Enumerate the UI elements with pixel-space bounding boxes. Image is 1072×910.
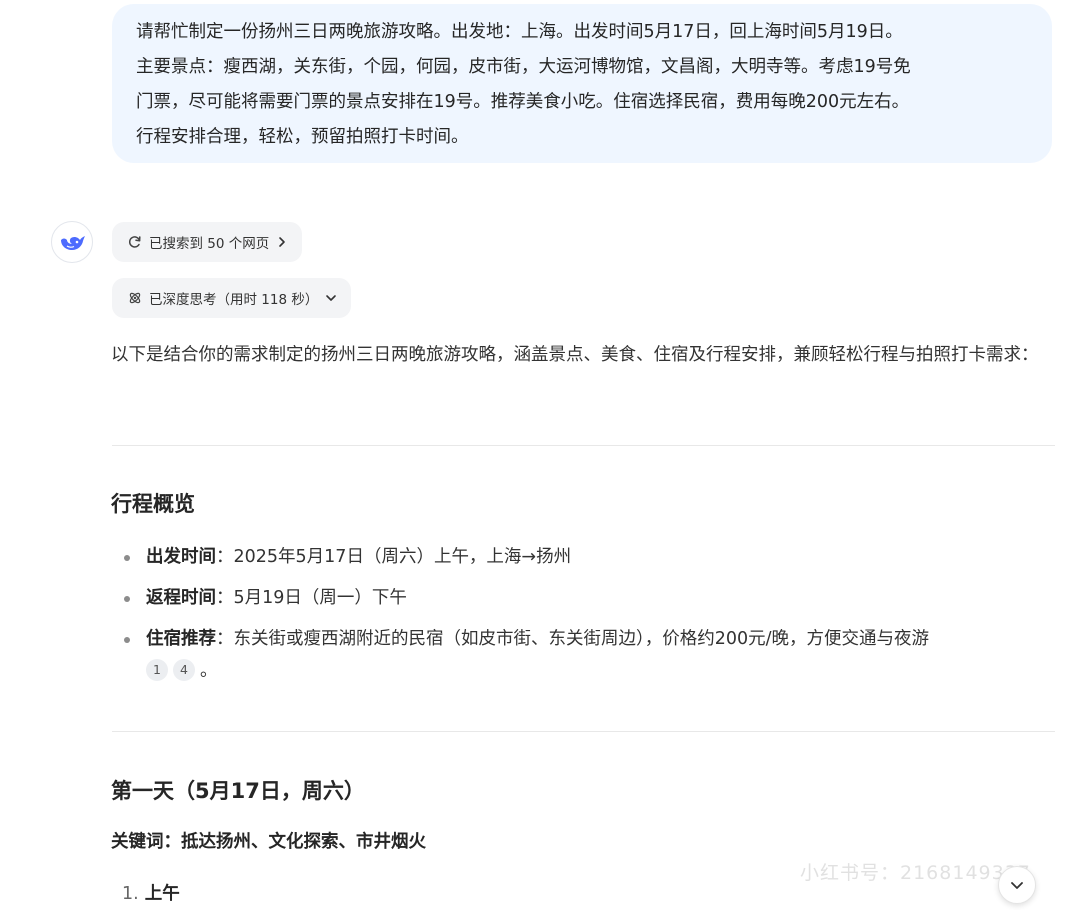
list-item: 返程时间：5月19日（周一）下午 <box>120 582 1060 614</box>
ordered-list-item: 1. 上午 <box>122 880 180 905</box>
user-message-line: 请帮忙制定一份扬州三日两晚旅游攻略。出发地：上海。出发时间5月17日，回上海时间… <box>136 22 903 42</box>
search-results-button[interactable]: 已搜索到 50 个网页 <box>112 222 303 262</box>
list-item-label: 上午 <box>144 884 180 904</box>
user-message-bubble: 请帮忙制定一份扬州三日两晚旅游攻略。出发地：上海。出发时间5月17日，回上海时间… <box>112 4 1052 163</box>
assistant-intro-text: 以下是结合你的需求制定的扬州三日两晚旅游攻略，涵盖景点、美食、住宿及行程安排，兼… <box>111 345 1039 365</box>
list-item-tail: 。 <box>200 661 218 681</box>
list-item: 住宿推荐：东关街或瘦西湖附近的民宿（如皮市街、东关街周边），价格约200元/晚，… <box>120 623 1060 687</box>
list-item-text: ：东关街或瘦西湖附近的民宿（如皮市街、东关街周边），价格约200元/晚，方便交通… <box>216 629 930 649</box>
search-results-label: 已搜索到 50 个网页 <box>149 236 270 252</box>
section-divider <box>112 445 1055 446</box>
user-message-line: 主要景点：瘦西湖，关东街，个园，何园，皮市街，大运河博物馆，文昌阁，大明寺等。考… <box>136 57 911 77</box>
search-refresh-icon <box>128 236 141 248</box>
day1-heading: 第一天（5月17日，周六） <box>111 779 365 803</box>
chevron-down-icon <box>326 295 337 301</box>
overview-heading: 行程概览 <box>111 492 195 516</box>
chevron-right-icon <box>279 237 286 247</box>
list-item-text: ：5月19日（周一）下午 <box>216 588 407 608</box>
scroll-down-icon <box>1011 882 1023 889</box>
list-item: 出发时间：2025年5月17日（周六）上午，上海→扬州 <box>120 541 1060 573</box>
deep-thinking-label: 已深度思考（用时 118 秒） <box>149 292 319 308</box>
list-item-text: ：2025年5月17日（周六）上午，上海→扬州 <box>216 547 572 567</box>
list-item-label: 住宿推荐 <box>146 629 216 649</box>
atom-icon <box>129 292 141 304</box>
list-item-label: 出发时间 <box>146 547 216 567</box>
day1-keywords: 关键词：抵达扬州、文化探索、市井烟火 <box>111 832 426 852</box>
user-message-line: 行程安排合理，轻松，预留拍照打卡时间。 <box>136 127 469 147</box>
overview-list: 出发时间：2025年5月17日（周六）上午，上海→扬州 返程时间：5月19日（周… <box>120 541 1060 696</box>
list-number: 1. <box>122 884 139 904</box>
scroll-to-bottom-button[interactable] <box>998 866 1036 904</box>
assistant-avatar <box>51 221 93 263</box>
citation-badge[interactable]: 4 <box>173 659 195 681</box>
list-item-label: 返程时间 <box>146 588 216 608</box>
watermark: 小红书号：2168149337 <box>800 862 1031 884</box>
citation-badge[interactable]: 1 <box>146 659 168 681</box>
deep-thinking-toggle[interactable]: 已深度思考（用时 118 秒） <box>112 278 352 318</box>
user-message-line: 门票，尽可能将需要门票的景点安排在19号。推荐美食小吃。住宿选择民宿，费用每晚2… <box>136 92 910 112</box>
section-divider <box>112 731 1055 732</box>
whale-logo-icon <box>61 236 85 250</box>
